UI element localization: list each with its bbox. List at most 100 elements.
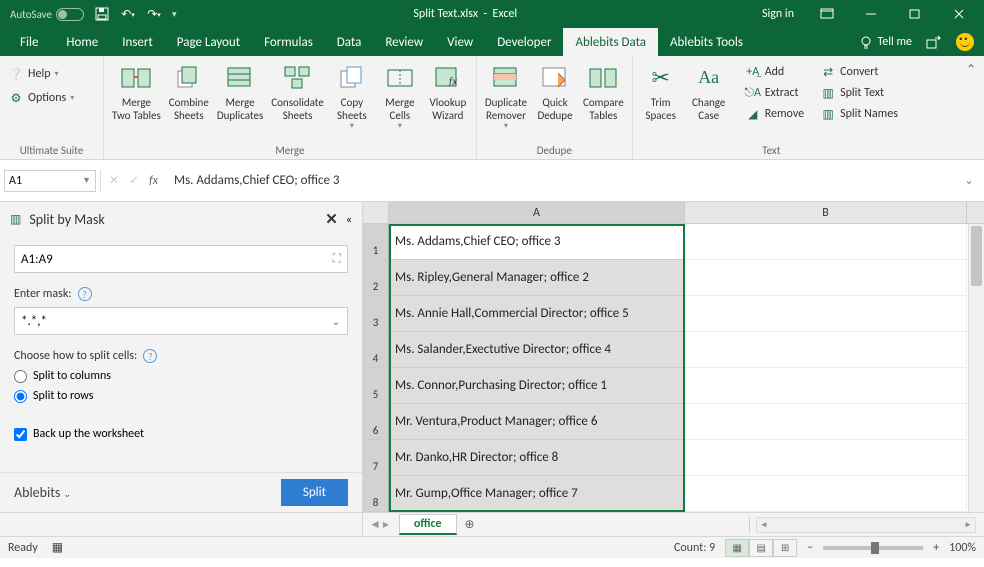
cell[interactable] [685, 368, 967, 404]
split-names-button[interactable]: ▥Split Names [816, 104, 902, 124]
options-button[interactable]: ⚙ Options ▾ [4, 88, 78, 108]
feedback-smiley-icon[interactable] [956, 33, 974, 51]
cell[interactable] [685, 296, 967, 332]
fx-icon[interactable]: fx [149, 174, 158, 188]
vlookup-wizard-button[interactable]: fxVlookup Wizard [424, 60, 472, 124]
table-row[interactable]: 8Mr. Gump,Office Manager; office 7 [363, 476, 984, 512]
row-header[interactable]: 1 [363, 224, 389, 260]
expand-formula-bar[interactable]: ⌄ [954, 173, 984, 188]
tab-ablebits-tools[interactable]: Ablebits Tools [658, 28, 755, 56]
name-box[interactable]: A1▼ [4, 170, 96, 192]
sign-in-button[interactable]: Sign in [754, 7, 802, 21]
autosave-toggle[interactable]: AutoSave [10, 8, 84, 21]
cell[interactable]: Mr. Gump,Office Manager; office 7 [389, 476, 685, 512]
help-button[interactable]: ❔ Help ▾ [4, 64, 63, 84]
tab-data[interactable]: Data [325, 28, 374, 56]
ablebits-brand[interactable]: Ablebits ⌄ [14, 484, 71, 501]
convert-button[interactable]: ⇄Convert [816, 62, 902, 82]
cell[interactable] [685, 404, 967, 440]
select-range-icon[interactable]: ⛶ [333, 252, 341, 266]
quick-dedupe-button[interactable]: Quick Dedupe [531, 60, 579, 124]
split-to-rows-radio[interactable]: Split to rows [14, 389, 348, 403]
column-header-b[interactable]: B [685, 202, 967, 223]
share-icon[interactable] [926, 35, 942, 49]
merge-two-tables-button[interactable]: Merge Two Tables [108, 60, 165, 124]
duplicate-remover-button[interactable]: Duplicate Remover ▾ [481, 60, 531, 134]
column-header-a[interactable]: A [389, 202, 685, 223]
normal-view-button[interactable]: ▦ [725, 539, 749, 557]
table-row[interactable]: 6Mr. Ventura,Product Manager; office 6 [363, 404, 984, 440]
table-row[interactable]: 1Ms. Addams,Chief CEO; office 3 [363, 224, 984, 260]
copy-sheets-button[interactable]: Copy Sheets ▾ [328, 60, 376, 134]
worksheet-grid[interactable]: A B 1Ms. Addams,Chief CEO; office 32Ms. … [363, 202, 984, 512]
formula-input[interactable]: Ms. Addams,Chief CEO; office 3 [166, 173, 954, 188]
enter-formula-icon[interactable]: ✓ [129, 173, 139, 188]
zoom-level[interactable]: 100% [949, 541, 976, 555]
cell[interactable]: Ms. Salander,Exectutive Director; office… [389, 332, 685, 368]
table-row[interactable]: 3Ms. Annie Hall,Commercial Director; off… [363, 296, 984, 332]
row-header[interactable]: 4 [363, 332, 389, 368]
sheet-nav-first[interactable]: ◄ [369, 517, 381, 532]
change-case-button[interactable]: AaChange Case [685, 60, 733, 124]
compare-tables-button[interactable]: Compare Tables [579, 60, 628, 124]
help-icon[interactable]: ? [78, 287, 92, 301]
cancel-formula-icon[interactable]: ✕ [109, 173, 119, 188]
vertical-scrollbar[interactable] [968, 224, 984, 512]
range-input[interactable] [21, 252, 327, 267]
cell[interactable]: Ms. Connor,Purchasing Director; office 1 [389, 368, 685, 404]
tab-insert[interactable]: Insert [110, 28, 165, 56]
horizontal-scrollbar[interactable] [756, 517, 976, 533]
table-row[interactable]: 4Ms. Salander,Exectutive Director; offic… [363, 332, 984, 368]
tab-review[interactable]: Review [373, 28, 435, 56]
tab-ablebits-data[interactable]: Ablebits Data [563, 28, 658, 56]
tab-page-layout[interactable]: Page Layout [165, 28, 252, 56]
range-selector[interactable]: ⛶ [14, 245, 348, 273]
extract-button[interactable]: ⎋AExtract [741, 83, 808, 103]
row-header[interactable]: 3 [363, 296, 389, 332]
combine-sheets-button[interactable]: Combine Sheets [165, 60, 213, 124]
remove-button[interactable]: ◢Remove [741, 104, 808, 124]
row-header[interactable]: 6 [363, 404, 389, 440]
cell[interactable]: Mr. Danko,HR Director; office 8 [389, 440, 685, 476]
add-sheet-button[interactable]: ⊕ [457, 517, 483, 532]
zoom-out-button[interactable]: − [807, 541, 813, 555]
page-break-view-button[interactable]: ⊞ [773, 539, 797, 557]
select-all-triangle[interactable] [363, 202, 389, 223]
close-button[interactable] [940, 0, 978, 28]
cell[interactable]: Ms. Addams,Chief CEO; office 3 [389, 224, 685, 260]
cell[interactable] [685, 260, 967, 296]
cell[interactable] [685, 440, 967, 476]
pane-close-icon[interactable]: ✕ [325, 210, 338, 229]
tab-file[interactable]: File [4, 28, 54, 56]
table-row[interactable]: 5Ms. Connor,Purchasing Director; office … [363, 368, 984, 404]
table-row[interactable]: 7Mr. Danko,HR Director; office 8 [363, 440, 984, 476]
trim-spaces-button[interactable]: ✂Trim Spaces [637, 60, 685, 124]
undo-icon[interactable]: ↶ ▾ [120, 6, 136, 22]
zoom-slider[interactable] [823, 546, 923, 550]
cell[interactable] [685, 476, 967, 512]
tab-home[interactable]: Home [54, 28, 110, 56]
row-header[interactable]: 7 [363, 440, 389, 476]
minimize-button[interactable] [852, 0, 890, 28]
page-layout-view-button[interactable]: ▤ [749, 539, 773, 557]
collapse-ribbon-icon[interactable]: ⌃ [966, 62, 976, 77]
ribbon-display-icon[interactable] [808, 0, 846, 28]
zoom-in-button[interactable]: + [933, 541, 939, 555]
help-icon[interactable]: ? [143, 349, 157, 363]
mask-input[interactable] [14, 307, 348, 335]
merge-cells-button[interactable]: Merge Cells ▾ [376, 60, 424, 134]
tab-formulas[interactable]: Formulas [252, 28, 325, 56]
split-to-columns-radio[interactable]: Split to columns [14, 369, 348, 383]
row-header[interactable]: 5 [363, 368, 389, 404]
tab-view[interactable]: View [435, 28, 485, 56]
maximize-button[interactable] [896, 0, 934, 28]
add-text-button[interactable]: +A̲Add [741, 62, 808, 82]
cell[interactable]: Ms. Annie Hall,Commercial Director; offi… [389, 296, 685, 332]
cell[interactable] [685, 332, 967, 368]
macro-record-icon[interactable]: ▦ [52, 540, 63, 555]
merge-duplicates-button[interactable]: Merge Duplicates [213, 60, 267, 124]
table-row[interactable]: 2Ms. Ripley,General Manager; office 2 [363, 260, 984, 296]
tab-developer[interactable]: Developer [485, 28, 563, 56]
consolidate-sheets-button[interactable]: Consolidate Sheets [267, 60, 328, 124]
split-text-button[interactable]: ▥Split Text [816, 83, 902, 103]
